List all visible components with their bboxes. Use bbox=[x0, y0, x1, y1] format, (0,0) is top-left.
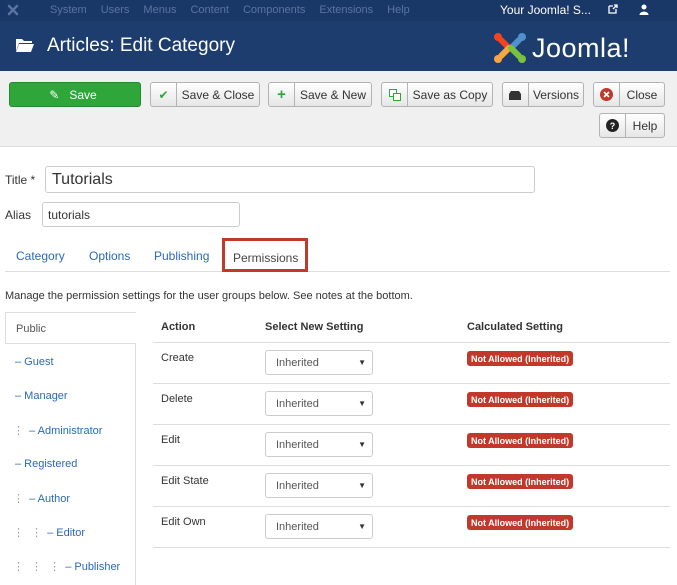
help-button[interactable]: ? Help bbox=[599, 113, 665, 138]
setting-select[interactable]: Inherited ▼ bbox=[265, 432, 373, 457]
close-button[interactable]: Close bbox=[593, 82, 665, 107]
joomla-logo: Joomla! bbox=[492, 31, 662, 65]
title-input[interactable] bbox=[45, 166, 535, 193]
column-header-calculated: Calculated Setting bbox=[467, 321, 563, 333]
archive-icon bbox=[503, 83, 529, 106]
tab-publishing[interactable]: Publishing bbox=[154, 249, 209, 263]
caret-down-icon: ▼ bbox=[358, 358, 366, 367]
column-header-select-setting: Select New Setting bbox=[265, 321, 364, 333]
help-icon: ? bbox=[600, 114, 626, 137]
user-icon[interactable] bbox=[639, 4, 649, 15]
top-nav-bar: System Users Menus Content Components Ex… bbox=[0, 0, 677, 21]
joomla-brand-text: Joomla! bbox=[532, 33, 631, 63]
caret-down-icon: ▼ bbox=[358, 522, 366, 531]
action-label: Create bbox=[161, 352, 195, 364]
row-divider bbox=[153, 547, 670, 548]
setting-select[interactable]: Inherited ▼ bbox=[265, 350, 373, 375]
group-item-guest[interactable]: – Guest bbox=[15, 356, 54, 368]
menu-users[interactable]: Users bbox=[101, 4, 130, 16]
page-header: Articles: Edit Category Joomla! bbox=[0, 21, 677, 71]
folder-icon bbox=[16, 39, 34, 52]
group-label: – Author bbox=[29, 493, 71, 505]
setting-value: Inherited bbox=[276, 479, 319, 492]
save-button[interactable]: ✎ Save bbox=[9, 82, 141, 107]
tab-category[interactable]: Category bbox=[16, 249, 65, 263]
joomla-icon[interactable] bbox=[6, 3, 20, 17]
tree-indent: ⋮ bbox=[13, 493, 26, 505]
menu-components[interactable]: Components bbox=[243, 4, 305, 16]
menu-menus[interactable]: Menus bbox=[143, 4, 176, 16]
setting-select[interactable]: Inherited ▼ bbox=[265, 391, 373, 416]
joomla-logo-icon bbox=[494, 33, 526, 63]
check-icon: ✔ bbox=[151, 83, 177, 106]
group-item-manager[interactable]: – Manager bbox=[15, 390, 68, 402]
user-groups-nav: Public – Guest – Manager ⋮ – Administrat… bbox=[5, 312, 136, 585]
external-link-icon[interactable] bbox=[608, 4, 618, 14]
versions-button[interactable]: Versions bbox=[502, 82, 584, 107]
tree-indent: ⋮ bbox=[13, 425, 26, 437]
setting-select[interactable]: Inherited ▼ bbox=[265, 514, 373, 539]
page-title: Articles: Edit Category bbox=[47, 35, 235, 56]
menu-content[interactable]: Content bbox=[190, 4, 229, 16]
alias-label: Alias bbox=[5, 208, 32, 222]
edit-icon: ✎ bbox=[49, 87, 60, 102]
alias-input[interactable] bbox=[42, 202, 240, 227]
setting-select[interactable]: Inherited ▼ bbox=[265, 473, 373, 498]
setting-value: Inherited bbox=[276, 438, 319, 451]
status-badge: Not Allowed (Inherited) bbox=[467, 392, 574, 407]
group-item-administrator[interactable]: ⋮ – Administrator bbox=[13, 424, 102, 437]
group-item-editor[interactable]: ⋮ ⋮ – Editor bbox=[13, 526, 85, 539]
caret-down-icon: ▼ bbox=[358, 440, 366, 449]
save-close-button[interactable]: ✔ Save & Close bbox=[150, 82, 260, 107]
menu-help[interactable]: Help bbox=[387, 4, 410, 16]
status-badge: Not Allowed (Inherited) bbox=[467, 474, 574, 489]
title-label: Title * bbox=[5, 173, 36, 187]
group-label: – Administrator bbox=[29, 425, 103, 437]
toolbar: ✎ Save ✔ Save & Close + Save & New Save … bbox=[0, 71, 677, 147]
menu-extensions[interactable]: Extensions bbox=[319, 4, 373, 16]
save-as-copy-button[interactable]: Save as Copy bbox=[381, 82, 493, 107]
setting-value: Inherited bbox=[276, 356, 319, 369]
group-item-author[interactable]: ⋮ – Author bbox=[13, 492, 70, 505]
svg-text:?: ? bbox=[610, 121, 616, 131]
tab-options[interactable]: Options bbox=[89, 249, 130, 263]
group-label: – Editor bbox=[47, 527, 86, 539]
group-item-registered[interactable]: – Registered bbox=[15, 458, 77, 470]
save-new-button[interactable]: + Save & New bbox=[268, 82, 372, 107]
status-badge: Not Allowed (Inherited) bbox=[467, 515, 574, 530]
row-divider bbox=[153, 342, 670, 343]
setting-value: Inherited bbox=[276, 520, 319, 533]
group-item-public[interactable]: Public bbox=[5, 312, 136, 344]
tree-indent: ⋮ ⋮ bbox=[13, 527, 45, 539]
copy-icon bbox=[382, 83, 408, 106]
group-label: Public bbox=[16, 323, 46, 335]
action-label: Edit Own bbox=[161, 516, 206, 528]
action-label: Edit bbox=[161, 434, 180, 446]
permissions-description: Manage the permission settings for the u… bbox=[5, 290, 413, 302]
row-divider bbox=[153, 506, 670, 507]
row-divider bbox=[153, 424, 670, 425]
tab-permissions[interactable]: Permissions bbox=[222, 238, 308, 272]
action-label: Delete bbox=[161, 393, 193, 405]
caret-down-icon: ▼ bbox=[358, 481, 366, 490]
row-divider bbox=[153, 383, 670, 384]
top-menu: System Users Menus Content Components Ex… bbox=[50, 4, 410, 16]
plus-icon: + bbox=[269, 83, 295, 106]
close-icon bbox=[594, 83, 620, 106]
caret-down-icon: ▼ bbox=[358, 399, 366, 408]
group-label: – Publisher bbox=[65, 561, 121, 573]
setting-value: Inherited bbox=[276, 397, 319, 410]
group-item-publisher[interactable]: ⋮ ⋮ ⋮ – Publisher bbox=[13, 560, 120, 573]
menu-system[interactable]: System bbox=[50, 4, 87, 16]
column-header-action: Action bbox=[161, 321, 196, 333]
tree-indent: ⋮ ⋮ ⋮ bbox=[13, 561, 63, 573]
tab-permissions-label: Permissions bbox=[233, 251, 299, 265]
site-link[interactable]: Your Joomla! S... bbox=[500, 3, 591, 17]
row-divider bbox=[153, 465, 670, 466]
tabs-divider bbox=[5, 271, 670, 272]
status-badge: Not Allowed (Inherited) bbox=[467, 351, 574, 366]
action-label: Edit State bbox=[161, 475, 209, 487]
status-badge: Not Allowed (Inherited) bbox=[467, 433, 574, 448]
